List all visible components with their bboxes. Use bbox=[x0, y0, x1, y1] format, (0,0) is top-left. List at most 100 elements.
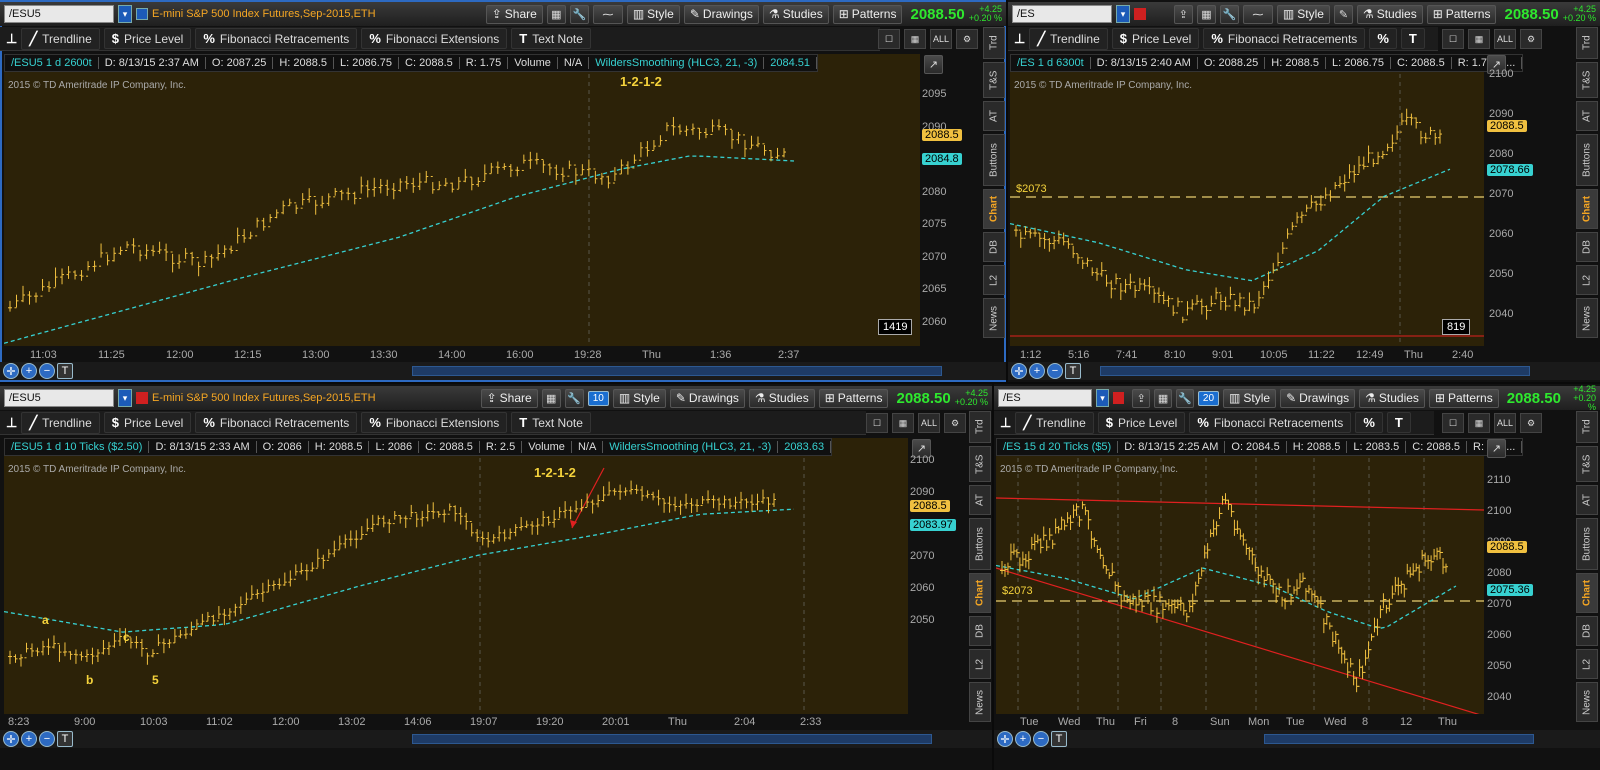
studies-button[interactable]: ⚗ Studies bbox=[748, 388, 815, 408]
tab-l2[interactable]: L2 bbox=[1576, 265, 1598, 295]
studies-button[interactable]: ⚗ Studies bbox=[762, 4, 829, 24]
wrench-icon[interactable]: 🔧 bbox=[1176, 388, 1194, 408]
link-square-icon[interactable] bbox=[136, 392, 148, 404]
fib-extension-tool[interactable]: % bbox=[1355, 412, 1383, 433]
scrollbar[interactable] bbox=[1100, 366, 1530, 376]
link-square-icon[interactable] bbox=[136, 8, 148, 20]
all-button[interactable]: ALL bbox=[1494, 29, 1516, 49]
style-button[interactable]: ▥ Style bbox=[612, 388, 666, 408]
tab-news[interactable]: News bbox=[983, 298, 1005, 338]
grid-icon[interactable]: ▦ bbox=[546, 4, 566, 24]
grid-layout-icon[interactable]: ▦ bbox=[1468, 413, 1490, 433]
tab-db[interactable]: DB bbox=[1576, 616, 1598, 646]
crosshair-icon[interactable]: ✛ bbox=[3, 363, 19, 379]
scrollbar[interactable] bbox=[1264, 734, 1534, 744]
tab-db[interactable]: DB bbox=[1576, 232, 1598, 262]
fib-retracement-tool[interactable]: % Fibonacci Retracements bbox=[195, 28, 358, 49]
zoom-in-icon[interactable]: + bbox=[21, 731, 37, 747]
share-button[interactable]: ⇪ Share bbox=[480, 388, 538, 408]
wave-icon[interactable]: ⁓ bbox=[1242, 4, 1273, 24]
tab-db[interactable]: DB bbox=[983, 232, 1005, 262]
tab-chart[interactable]: Chart bbox=[1576, 189, 1598, 229]
chart-settings-icon[interactable]: ↗ bbox=[1487, 439, 1506, 458]
tab-chart[interactable]: Chart bbox=[1576, 573, 1598, 613]
share-button[interactable]: ⇪ Share bbox=[485, 4, 543, 24]
zoom-out-icon[interactable]: − bbox=[39, 731, 55, 747]
price-level-tool[interactable]: $ Price Level bbox=[103, 28, 192, 49]
zoom-out-icon[interactable]: − bbox=[39, 363, 55, 379]
patterns-button[interactable]: ⊞ Patterns bbox=[832, 4, 903, 24]
text-note-tool[interactable]: T bbox=[1400, 28, 1425, 49]
all-button[interactable]: ALL bbox=[930, 29, 952, 49]
text-icon[interactable]: T bbox=[57, 731, 73, 747]
symbol-dropdown[interactable]: ▾ bbox=[118, 5, 132, 23]
tab-trd[interactable]: Trd bbox=[1576, 27, 1598, 59]
drawings-button[interactable]: ✎ Drawings bbox=[683, 4, 759, 24]
tab-trd[interactable]: Trd bbox=[969, 411, 991, 443]
tab-at[interactable]: AT bbox=[1576, 485, 1598, 515]
pin-icon[interactable]: ⊥ bbox=[1000, 415, 1011, 431]
style-button[interactable]: ▥ Style bbox=[626, 4, 680, 24]
tab-ts[interactable]: T&S bbox=[983, 62, 1005, 98]
symbol-dropdown[interactable]: ▾ bbox=[1116, 5, 1130, 23]
studies-button[interactable]: ⚗ Studies bbox=[1356, 4, 1423, 24]
aggregation-box[interactable]: 20 bbox=[1197, 390, 1220, 406]
tab-news[interactable]: News bbox=[1576, 298, 1598, 338]
gear-icon[interactable]: ⚙ bbox=[956, 29, 978, 49]
fib-retracement-tool[interactable]: % Fibonacci Retracements bbox=[1203, 28, 1366, 49]
drawings-button[interactable]: ✎ Drawings bbox=[1280, 388, 1356, 408]
single-layout-icon[interactable]: ☐ bbox=[866, 413, 888, 433]
symbol-input[interactable]: /ES bbox=[1012, 5, 1112, 23]
price-level-tool[interactable]: $ Price Level bbox=[1111, 28, 1200, 49]
share-icon[interactable]: ⇪ bbox=[1173, 4, 1193, 24]
tab-news[interactable]: News bbox=[1576, 682, 1598, 722]
all-button[interactable]: ALL bbox=[918, 413, 940, 433]
fib-extension-tool[interactable]: % Fibonacci Extensions bbox=[361, 412, 508, 433]
tab-trd[interactable]: Trd bbox=[983, 27, 1005, 59]
symbol-input[interactable]: /ES bbox=[998, 389, 1092, 407]
tab-trd[interactable]: Trd bbox=[1576, 411, 1598, 443]
crosshair-icon[interactable]: ✛ bbox=[1011, 363, 1027, 379]
grid-icon[interactable]: ▦ bbox=[1196, 4, 1216, 24]
chart-settings-icon[interactable]: ↗ bbox=[924, 55, 943, 74]
link-square-icon[interactable] bbox=[1113, 392, 1125, 404]
crosshair-icon[interactable]: ✛ bbox=[997, 731, 1013, 747]
style-button[interactable]: ▥ Style bbox=[1223, 388, 1277, 408]
pin-icon[interactable]: ⊥ bbox=[6, 415, 17, 431]
scrollbar[interactable] bbox=[412, 734, 932, 744]
fib-retracement-tool[interactable]: % Fibonacci Retracements bbox=[195, 412, 358, 433]
patterns-button[interactable]: ⊞ Patterns bbox=[818, 388, 889, 408]
text-note-tool[interactable]: T Text Note bbox=[511, 28, 591, 49]
pin-icon[interactable]: ⊥ bbox=[1014, 31, 1025, 47]
wrench-icon[interactable]: 🔧 bbox=[564, 388, 584, 408]
aggregation-box[interactable]: 10 bbox=[587, 390, 609, 406]
fib-retracement-tool[interactable]: % Fibonacci Retracements bbox=[1189, 412, 1352, 433]
price-level-tool[interactable]: $ Price Level bbox=[1097, 412, 1186, 433]
wrench-icon[interactable]: 🔧 bbox=[569, 4, 589, 24]
wrench-icon[interactable]: 🔧 bbox=[1219, 4, 1239, 24]
crosshair-icon[interactable]: ✛ bbox=[3, 731, 19, 747]
tab-at[interactable]: AT bbox=[1576, 101, 1598, 131]
zoom-in-icon[interactable]: + bbox=[1015, 731, 1031, 747]
pencil-icon[interactable]: ✎ bbox=[1333, 4, 1353, 24]
gear-icon[interactable]: ⚙ bbox=[1520, 29, 1542, 49]
grid-layout-icon[interactable]: ▦ bbox=[904, 29, 926, 49]
grid-layout-icon[interactable]: ▦ bbox=[1468, 29, 1490, 49]
style-button[interactable]: ▥ Style bbox=[1276, 4, 1330, 24]
gear-icon[interactable]: ⚙ bbox=[944, 413, 966, 433]
zoom-out-icon[interactable]: − bbox=[1033, 731, 1049, 747]
zoom-in-icon[interactable]: + bbox=[21, 363, 37, 379]
text-note-tool[interactable]: T bbox=[1386, 412, 1411, 433]
text-note-tool[interactable]: T Text Note bbox=[511, 412, 591, 433]
wave-icon[interactable]: ⁓ bbox=[592, 4, 623, 24]
single-layout-icon[interactable]: ☐ bbox=[1442, 413, 1464, 433]
tab-l2[interactable]: L2 bbox=[1576, 649, 1598, 679]
text-icon[interactable]: T bbox=[57, 363, 73, 379]
fib-extension-tool[interactable]: % Fibonacci Extensions bbox=[361, 28, 508, 49]
grid-icon[interactable]: ▦ bbox=[1154, 388, 1173, 408]
tab-news[interactable]: News bbox=[969, 682, 991, 722]
tab-chart[interactable]: Chart bbox=[969, 573, 991, 613]
tab-at[interactable]: AT bbox=[983, 101, 1005, 131]
grid-layout-icon[interactable]: ▦ bbox=[892, 413, 914, 433]
single-layout-icon[interactable]: ☐ bbox=[878, 29, 900, 49]
